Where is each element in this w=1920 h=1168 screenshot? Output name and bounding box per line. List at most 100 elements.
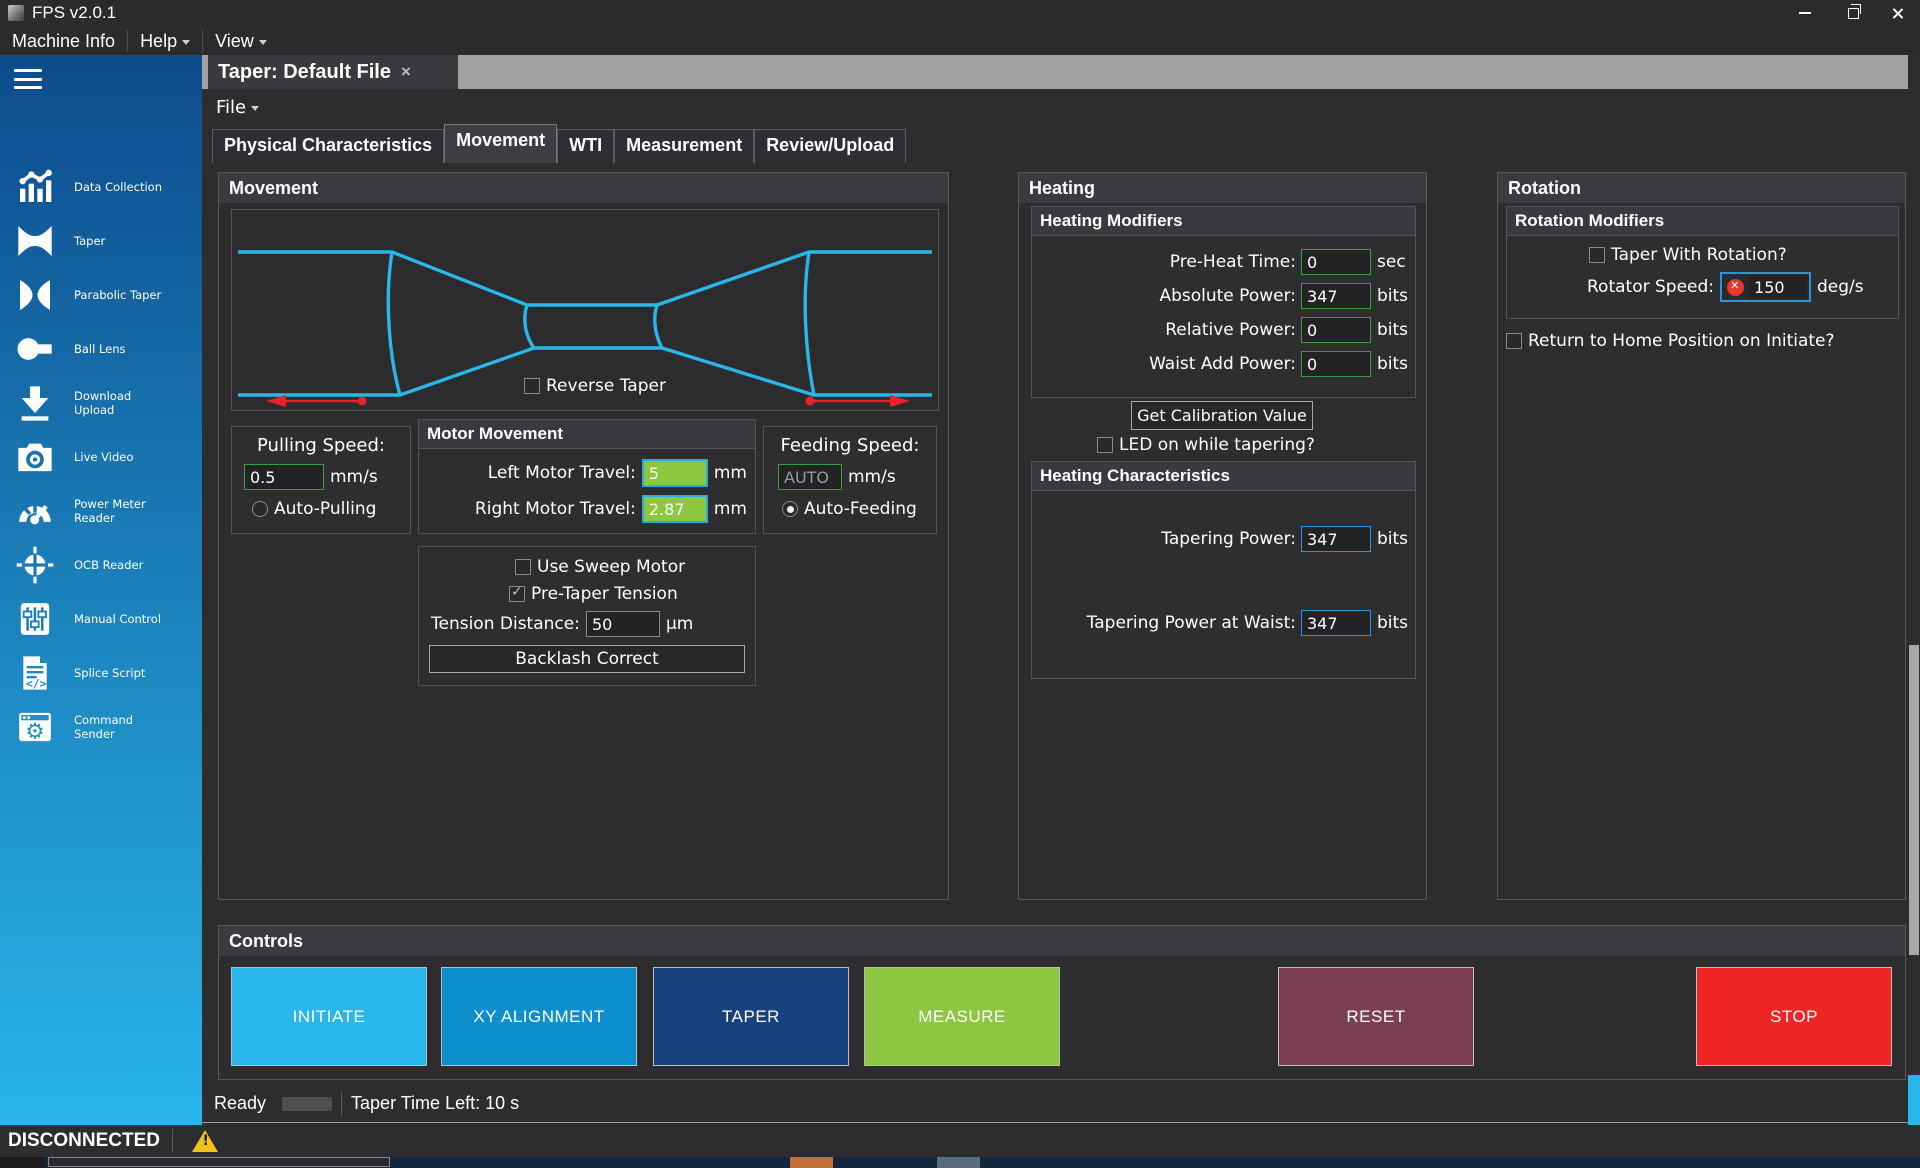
- taskbar-app-icon[interactable]: [937, 1157, 980, 1168]
- pre-heat-time-input[interactable]: 0: [1301, 249, 1371, 275]
- sidebar-item-parabolic-taper[interactable]: Parabolic Taper: [0, 270, 202, 320]
- stop-button[interactable]: STOP: [1696, 967, 1892, 1066]
- sidebar-item-live-video[interactable]: Live Video: [0, 432, 202, 482]
- sidebar-item-power-meter-reader[interactable]: Power Meter Reader: [0, 486, 202, 536]
- tab-close-icon[interactable]: ×: [401, 62, 411, 82]
- error-icon: [1727, 279, 1744, 296]
- taskbar-app-icon[interactable]: [790, 1157, 833, 1168]
- sidebar-item-label: OCB Reader: [74, 558, 166, 572]
- tab-measurement[interactable]: Measurement: [614, 129, 754, 163]
- reset-button[interactable]: RESET: [1278, 967, 1474, 1066]
- close-button[interactable]: [1874, 0, 1920, 26]
- sidebar-item-command-sender[interactable]: ⚙ Command Sender: [0, 702, 202, 752]
- menu-help[interactable]: Help: [128, 31, 202, 52]
- scrollbar[interactable]: [1908, 55, 1920, 1125]
- restore-button[interactable]: [1830, 0, 1876, 26]
- rotation-panel-header: Rotation: [1498, 173, 1905, 203]
- movement-panel: Movement Rev: [218, 172, 949, 900]
- heating-modifiers-header: Heating Modifiers: [1032, 207, 1415, 236]
- absolute-power-input[interactable]: 347: [1301, 283, 1371, 309]
- waist-add-power-unit: bits: [1377, 354, 1409, 374]
- right-motor-travel-unit: mm: [714, 499, 747, 519]
- auto-feeding-radio[interactable]: Auto-Feeding: [782, 499, 936, 519]
- relative-power-input[interactable]: 0: [1301, 317, 1371, 343]
- measure-button[interactable]: MEASURE: [864, 967, 1060, 1066]
- sidebar-item-manual-control[interactable]: Manual Control: [0, 594, 202, 644]
- sidebar-item-label: Taper: [74, 234, 166, 248]
- main-tab-bar: Physical Characteristics Movement WTI Me…: [212, 129, 906, 163]
- chevron-down-icon: [259, 40, 267, 45]
- menu-view-label: View: [215, 31, 254, 52]
- heating-modifiers-group: Heating Modifiers Pre-Heat Time: 0 sec A…: [1031, 206, 1416, 398]
- return-home-checkbox[interactable]: Return to Home Position on Initiate?: [1506, 331, 1835, 351]
- tapering-power-at-waist-input[interactable]: 347: [1301, 610, 1371, 636]
- backlash-correct-button[interactable]: Backlash Correct: [429, 645, 745, 673]
- taper-time-left: Taper Time Left: 10 s: [351, 1093, 519, 1114]
- window-gear-icon: ⚙: [14, 706, 56, 748]
- heating-panel: Heating Heating Modifiers Pre-Heat Time:…: [1018, 172, 1427, 900]
- checkbox-box: [509, 586, 525, 602]
- feeding-speed-input[interactable]: AUTO: [778, 464, 842, 490]
- sidebar: Data Collection Taper Parabolic Taper Ba…: [0, 55, 202, 1125]
- pulling-speed-input[interactable]: 0.5: [244, 464, 324, 490]
- sidebar-item-data-collection[interactable]: Data Collection: [0, 162, 202, 212]
- tab-review-upload[interactable]: Review/Upload: [754, 129, 906, 163]
- sidebar-item-download-upload[interactable]: Download Upload: [0, 378, 202, 428]
- heating-characteristics-header: Heating Characteristics: [1032, 462, 1415, 491]
- tapering-power-input[interactable]: 347: [1301, 526, 1371, 552]
- waist-add-power-label: Waist Add Power:: [1149, 354, 1296, 374]
- taper-button[interactable]: TAPER: [653, 967, 849, 1066]
- rotator-speed-label: Rotator Speed:: [1587, 277, 1714, 297]
- motor-movement-header: Motor Movement: [419, 420, 755, 449]
- rotator-speed-input[interactable]: 150: [1720, 272, 1811, 302]
- hamburger-menu-icon[interactable]: [14, 69, 42, 89]
- menu-machine-info-label: Machine Info: [12, 31, 115, 52]
- file-menu[interactable]: File: [216, 97, 259, 118]
- checkbox-box: [524, 378, 540, 394]
- connection-status: DISCONNECTED: [8, 1130, 160, 1152]
- sidebar-item-ball-lens[interactable]: Ball Lens: [0, 324, 202, 374]
- tab-physical-characteristics[interactable]: Physical Characteristics: [212, 129, 444, 163]
- taper-with-rotation-label: Taper With Rotation?: [1611, 245, 1787, 265]
- menu-view[interactable]: View: [203, 31, 279, 52]
- right-motor-travel-input[interactable]: 2.87: [642, 495, 708, 523]
- taskbar-start-area[interactable]: [0, 1157, 45, 1168]
- feeding-speed-unit: mm/s: [848, 467, 896, 487]
- use-sweep-motor-checkbox[interactable]: Use Sweep Motor: [515, 557, 755, 577]
- rotation-modifiers-group: Rotation Modifiers Taper With Rotation? …: [1506, 206, 1899, 319]
- document-tab-title: Taper: Default File: [218, 61, 391, 84]
- tab-movement[interactable]: Movement: [444, 124, 557, 163]
- scrollbar-thumb[interactable]: [1909, 645, 1919, 955]
- restore-icon: [1848, 8, 1859, 19]
- document-tab[interactable]: Taper: Default File ×: [208, 55, 458, 89]
- menu-machine-info[interactable]: Machine Info: [0, 31, 127, 52]
- pre-taper-tension-checkbox[interactable]: Pre-Taper Tension: [509, 584, 755, 604]
- led-while-tapering-checkbox[interactable]: LED on while tapering?: [1097, 435, 1315, 455]
- sidebar-item-label: Live Video: [74, 450, 166, 464]
- checkbox-box: [1589, 247, 1605, 263]
- get-calibration-value-button[interactable]: Get Calibration Value: [1131, 401, 1313, 430]
- connection-bar: DISCONNECTED: [0, 1125, 1920, 1157]
- left-motor-travel-input[interactable]: 5: [642, 459, 708, 487]
- xy-alignment-button[interactable]: XY ALIGNMENT: [441, 967, 637, 1066]
- minimize-button[interactable]: [1782, 0, 1828, 26]
- tab-wti[interactable]: WTI: [557, 129, 614, 163]
- initiate-button[interactable]: INITIATE: [231, 967, 427, 1066]
- taper-with-rotation-checkbox[interactable]: Taper With Rotation?: [1589, 245, 1898, 265]
- window-title: FPS v2.0.1: [32, 3, 116, 23]
- sidebar-item-ocb-reader[interactable]: OCB Reader: [0, 540, 202, 590]
- controls-panel-header: Controls: [219, 926, 1905, 956]
- auto-pulling-radio[interactable]: Auto-Pulling: [252, 499, 410, 519]
- tension-distance-input[interactable]: 50: [586, 611, 660, 637]
- sidebar-item-splice-script[interactable]: </> Splice Script: [0, 648, 202, 698]
- waist-add-power-input[interactable]: 0: [1301, 351, 1371, 377]
- menu-bar: Machine Info Help View: [0, 27, 1920, 55]
- tapering-power-label: Tapering Power:: [1161, 529, 1296, 549]
- absolute-power-label: Absolute Power:: [1159, 286, 1296, 306]
- taskbar-search-box[interactable]: [48, 1157, 390, 1167]
- sidebar-item-taper[interactable]: Taper: [0, 216, 202, 266]
- relative-power-label: Relative Power:: [1165, 320, 1296, 340]
- svg-text:⚙: ⚙: [25, 720, 44, 745]
- reverse-taper-checkbox[interactable]: Reverse Taper: [524, 376, 666, 396]
- pulling-speed-group: Pulling Speed: 0.5 mm/s Auto-Pulling: [231, 426, 411, 534]
